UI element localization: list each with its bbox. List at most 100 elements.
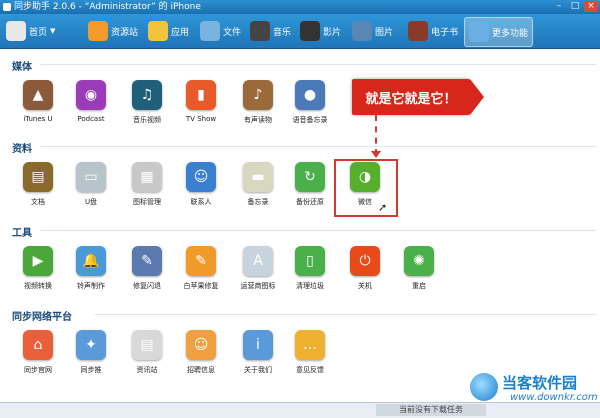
usb-drive-icon: ▭ [76,162,106,192]
itunes-u-icon: ▲ [23,80,53,110]
app-tile[interactable]: ▤ 文档 [13,162,63,207]
section-divider [40,230,596,231]
toolbar-item-6[interactable]: 图片 [352,17,393,45]
app-tile[interactable]: … 意见反馈 [285,330,335,375]
app-tile[interactable]: ▦ 图标管理 [122,162,172,207]
shop-icon [88,21,108,41]
app-label: 备忘录 [247,198,269,206]
app-label: 清理垃圾 [296,282,324,290]
app-label: 音乐视频 [133,116,161,124]
app-label: 图标管理 [133,198,161,206]
app-label: 同步官网 [24,366,52,374]
app-tile[interactable]: ▯ 清理垃圾 [285,246,335,291]
app-tile[interactable]: ● 语音备忘录 [285,80,335,125]
app-tile[interactable]: ◑ 微信 [340,162,390,207]
minimize-icon[interactable]: – [552,1,566,12]
app-label: 视频转换 [24,282,52,290]
podcast-icon: ◉ [76,80,106,110]
app-label: 备份还原 [296,198,324,206]
about-icon: i [243,330,273,360]
app-label: 铃声制作 [77,282,105,290]
app-tile[interactable]: ⏻ 关机 [340,246,390,291]
toolbar-item-3[interactable]: 文件 [200,17,241,45]
music-icon [250,21,270,41]
app-tile[interactable]: ▶ 视频转换 [13,246,63,291]
annotation-arrow-icon [371,151,381,158]
app-label: 关于我们 [244,366,272,374]
toolbar-item-2[interactable]: 应用 [148,17,189,45]
window-title: 同步助手 2.0.6 - “Administrator” 的 iPhone [14,2,201,12]
toolbar-item-8[interactable]: 更多功能 [464,17,534,47]
app-tile[interactable]: ✺ 重启 [394,246,444,291]
feedback-icon: … [295,330,325,360]
close-icon[interactable]: × [584,1,598,12]
film-icon [300,21,320,41]
toolbar-item-label: 首页 [29,27,48,38]
app-tile[interactable]: ☺ 招聘信息 [176,330,226,375]
app-tile[interactable]: ↻ 备份还原 [285,162,335,207]
voice-memo-icon: ● [295,80,325,110]
app-tile[interactable]: ▬ 备忘录 [233,162,283,207]
app-label: 运营商图标 [240,282,276,290]
section-title: 资料 [12,144,32,155]
app-tile[interactable]: ⌂ 同步官网 [13,330,63,375]
video-convert-icon: ▶ [23,246,53,276]
toolbar-item-label: 电子书 [431,27,459,38]
carrier-icon: A [243,246,273,276]
app-label: 重启 [412,282,426,290]
app-tile[interactable]: 🔔 铃声制作 [66,246,116,291]
maximize-icon[interactable]: □ [568,1,582,12]
notes-icon: ▬ [243,162,273,192]
section-divider [40,64,596,65]
app-label: 意见反馈 [296,366,324,374]
app-label: 同步推 [80,366,102,374]
app-label: 白苹果修复 [183,282,219,290]
app-tile[interactable]: ✦ 同步推 [66,330,116,375]
main-toolbar: 首页 ▼ 资源站 应用 文件 音乐 影片 图片 电子书 更多功能 [0,14,600,49]
title-bar: 同步助手 2.0.6 - “Administrator” 的 iPhone – … [0,0,600,14]
app-label: TV Show [185,115,217,123]
contacts-icon: ☺ [186,162,216,192]
app-label: 招聘信息 [187,366,215,374]
toolbar-item-label: 音乐 [273,27,292,38]
watermark: 当客软件园 www.downkr.com [470,370,600,417]
app-label: 文档 [31,198,45,206]
app-tile[interactable]: ▤ 资讯站 [122,330,172,375]
app-label: 有声读物 [244,116,272,124]
toolbar-item-5[interactable]: 影片 [300,17,341,45]
toolbar-item-1[interactable]: 资源站 [88,17,138,45]
app-tile[interactable]: ♫ 音乐视频 [122,80,172,125]
annotation-dashed-line [375,115,377,155]
toolbar-item-label: 资源站 [111,27,139,38]
app-label: Podcast [77,115,105,123]
toolbar-item-label: 图片 [375,27,394,38]
ringtone-icon: 🔔 [76,246,106,276]
app-tile[interactable]: ◉ Podcast [66,80,116,123]
toolbar-item-4[interactable]: 音乐 [250,17,291,45]
app-tile[interactable]: ✎ 修复闪退 [122,246,172,291]
app-tile[interactable]: ▭ U盘 [66,162,116,207]
app-tile[interactable]: ☺ 联系人 [176,162,226,207]
app-tile[interactable]: ♪ 有声读物 [233,80,283,125]
tongbu-push-icon: ✦ [76,330,106,360]
music-video-icon: ♫ [132,80,162,110]
app-tile[interactable]: A 运营商图标 [233,246,283,291]
icon-manager-icon: ▦ [132,162,162,192]
fix-crash-icon: ✎ [132,246,162,276]
chevron-down-icon[interactable]: ▼ [50,27,55,35]
toolbar-item-label: 应用 [171,27,190,38]
app-tile[interactable]: ▲ iTunes U [13,80,63,123]
wechat-icon: ◑ [350,162,380,192]
picture-icon [352,21,372,41]
app-tile[interactable]: i 关于我们 [233,330,283,375]
white-apple-fix-icon: ✎ [186,246,216,276]
toolbar-item-0[interactable]: 首页 ▼ [6,17,55,45]
restart-icon: ✺ [404,246,434,276]
toolbar-item-7[interactable]: 电子书 [408,17,458,45]
tv-show-icon: ▮ [186,80,216,110]
annotation-callout: 就是它就是它！ [352,79,484,115]
home-icon [6,21,26,41]
window-controls: – □ × [552,1,598,12]
app-tile[interactable]: ▮ TV Show [176,80,226,123]
app-tile[interactable]: ✎ 白苹果修复 [176,246,226,291]
